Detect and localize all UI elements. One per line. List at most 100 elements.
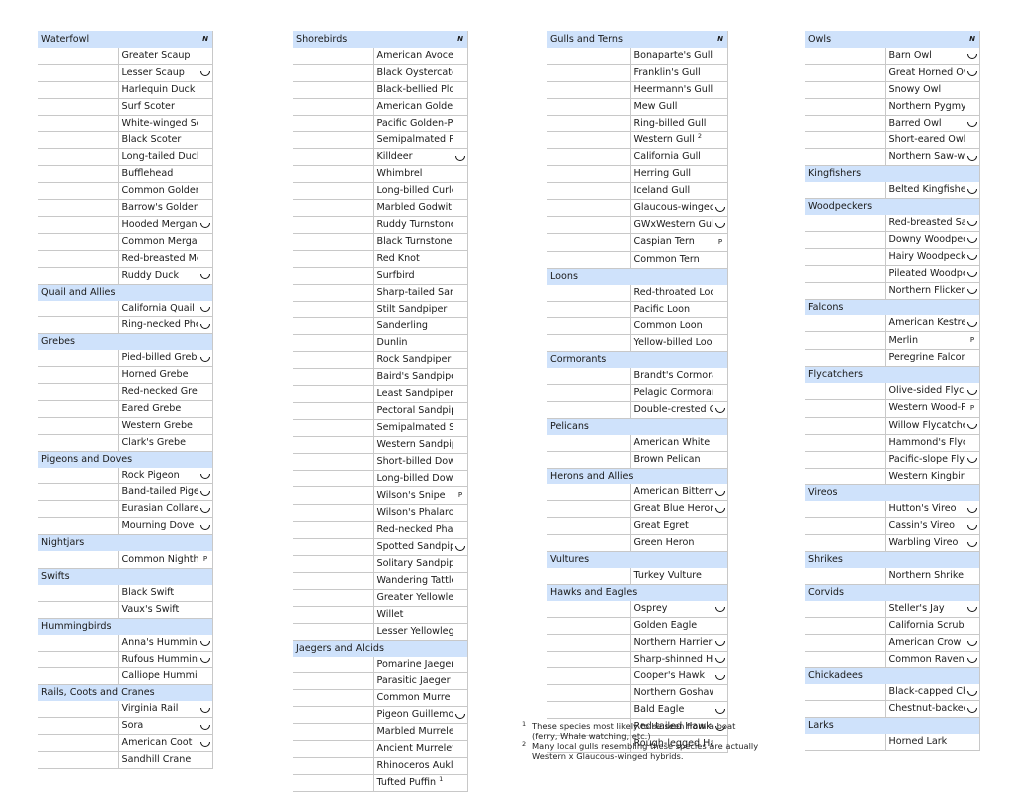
checkbox-cell[interactable] xyxy=(805,115,886,133)
checkbox-cell[interactable] xyxy=(805,182,886,200)
checkbox-cell[interactable] xyxy=(38,300,119,318)
checkbox-cell[interactable] xyxy=(38,98,119,116)
checkbox-cell[interactable] xyxy=(293,233,374,251)
checkbox-cell[interactable] xyxy=(805,600,886,618)
checkbox-cell[interactable] xyxy=(805,399,886,418)
checkbox-cell[interactable] xyxy=(293,589,374,607)
checkbox-cell[interactable] xyxy=(38,199,119,217)
checkbox-cell[interactable] xyxy=(805,148,886,167)
checkbox-cell[interactable] xyxy=(547,568,631,585)
checkbox-cell[interactable] xyxy=(805,434,886,452)
checkbox-cell[interactable] xyxy=(805,81,886,99)
checkbox-cell[interactable] xyxy=(293,486,374,506)
checkbox-cell[interactable] xyxy=(38,64,119,82)
checkbox-cell[interactable] xyxy=(293,538,374,557)
checkbox-cell[interactable] xyxy=(547,451,631,469)
checkbox-cell[interactable] xyxy=(805,98,886,116)
checkbox-cell[interactable] xyxy=(293,453,374,471)
checkbox-cell[interactable] xyxy=(38,751,119,769)
checkbox-cell[interactable] xyxy=(547,148,631,167)
checkbox-cell[interactable] xyxy=(805,617,886,635)
checkbox-cell[interactable] xyxy=(293,606,374,624)
checkbox-cell[interactable] xyxy=(293,81,374,99)
checkbox-cell[interactable] xyxy=(293,301,374,319)
checkbox-cell[interactable] xyxy=(293,470,374,488)
checkbox-cell[interactable] xyxy=(805,468,886,486)
checkbox-cell[interactable] xyxy=(805,383,886,400)
checkbox-cell[interactable] xyxy=(38,115,119,133)
checkbox-cell[interactable] xyxy=(805,534,886,553)
checkbox-cell[interactable] xyxy=(38,316,119,335)
checkbox-cell[interactable] xyxy=(547,600,631,618)
checkbox-cell[interactable] xyxy=(547,667,631,686)
checkbox-cell[interactable] xyxy=(293,334,374,353)
checkbox-cell[interactable] xyxy=(38,634,119,652)
checkbox-cell[interactable] xyxy=(547,500,631,519)
checkbox-cell[interactable] xyxy=(293,47,374,65)
checkbox-cell[interactable] xyxy=(547,517,631,536)
checkbox-cell[interactable] xyxy=(293,672,374,691)
checkbox-cell[interactable] xyxy=(38,81,119,99)
checkbox-cell[interactable] xyxy=(293,131,374,150)
checkbox-cell[interactable] xyxy=(805,651,886,669)
checkbox-cell[interactable] xyxy=(293,740,374,758)
checkbox-cell[interactable] xyxy=(805,634,886,652)
checkbox-cell[interactable] xyxy=(547,651,631,669)
checkbox-cell[interactable] xyxy=(38,584,119,602)
checkbox-cell[interactable] xyxy=(38,500,119,519)
checkbox-cell[interactable] xyxy=(547,47,631,65)
checkbox-cell[interactable] xyxy=(38,131,119,150)
checkbox-cell[interactable] xyxy=(293,521,374,540)
checkbox-cell[interactable] xyxy=(547,199,631,217)
checkbox-cell[interactable] xyxy=(293,216,374,234)
checkbox-cell[interactable] xyxy=(293,706,374,725)
checkbox-cell[interactable] xyxy=(293,419,374,437)
checkbox-cell[interactable] xyxy=(547,317,631,336)
checkbox-cell[interactable] xyxy=(293,165,374,184)
checkbox-cell[interactable] xyxy=(38,165,119,184)
checkbox-cell[interactable] xyxy=(293,623,374,641)
checkbox-cell[interactable] xyxy=(38,717,119,736)
checkbox-cell[interactable] xyxy=(293,317,374,336)
checkbox-cell[interactable] xyxy=(38,47,119,65)
checkbox-cell[interactable] xyxy=(293,402,374,420)
checkbox-cell[interactable] xyxy=(38,400,119,418)
checkbox-cell[interactable] xyxy=(805,734,886,751)
checkbox-cell[interactable] xyxy=(805,349,886,368)
checkbox-cell[interactable] xyxy=(293,351,374,370)
checkbox-cell[interactable] xyxy=(805,131,886,150)
checkbox-cell[interactable] xyxy=(805,315,886,333)
checkbox-cell[interactable] xyxy=(805,231,886,249)
checkbox-cell[interactable] xyxy=(547,684,631,703)
checkbox-cell[interactable] xyxy=(805,47,886,65)
checkbox-cell[interactable] xyxy=(293,368,374,387)
checkbox-cell[interactable] xyxy=(805,700,886,719)
checkbox-cell[interactable] xyxy=(547,617,631,635)
checkbox-cell[interactable] xyxy=(805,265,886,283)
checkbox-cell[interactable] xyxy=(805,417,886,435)
checkbox-cell[interactable] xyxy=(805,517,886,536)
checkbox-cell[interactable] xyxy=(38,551,119,570)
checkbox-cell[interactable] xyxy=(547,301,631,319)
checkbox-cell[interactable] xyxy=(293,64,374,82)
checkbox-cell[interactable] xyxy=(293,774,374,792)
checkbox-cell[interactable] xyxy=(293,385,374,403)
checkbox-cell[interactable] xyxy=(547,484,631,502)
checkbox-cell[interactable] xyxy=(38,216,119,234)
checkbox-cell[interactable] xyxy=(547,384,631,402)
checkbox-cell[interactable] xyxy=(547,115,631,133)
checkbox-cell[interactable] xyxy=(38,417,119,435)
checkbox-cell[interactable] xyxy=(293,572,374,590)
checkbox-cell[interactable] xyxy=(38,350,119,368)
checkbox-cell[interactable] xyxy=(547,434,631,452)
checkbox-cell[interactable] xyxy=(38,601,119,619)
checkbox-cell[interactable] xyxy=(805,248,886,266)
checkbox-cell[interactable] xyxy=(38,651,119,669)
checkbox-cell[interactable] xyxy=(805,214,886,232)
checkbox-cell[interactable] xyxy=(38,182,119,201)
checkbox-cell[interactable] xyxy=(38,701,119,719)
checkbox-cell[interactable] xyxy=(293,436,374,454)
checkbox-cell[interactable] xyxy=(293,267,374,285)
checkbox-cell[interactable] xyxy=(38,467,119,485)
checkbox-cell[interactable] xyxy=(293,250,374,268)
